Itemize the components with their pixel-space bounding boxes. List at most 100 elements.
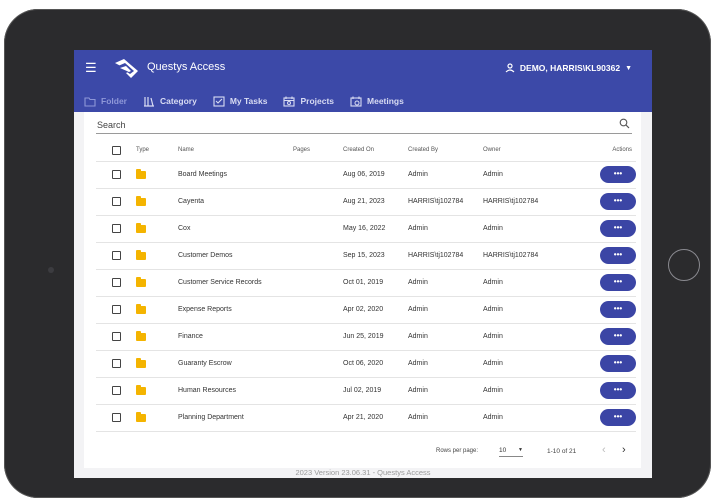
name-cell[interactable]: Human Resources [178,377,293,405]
camera [48,267,54,273]
menu-icon[interactable]: ☰ [85,61,97,74]
row-checkbox[interactable] [112,197,121,206]
col-pages[interactable]: Pages [293,140,343,162]
more-actions-button[interactable]: ••• [600,166,636,183]
folder-icon [136,303,146,314]
table-row[interactable]: Human Resources Jul 02, 2019 Admin Admin ••• [96,377,636,405]
created-on-cell: Jul 02, 2019 [343,377,408,405]
name-cell[interactable]: Planning Department [178,404,293,432]
table-row[interactable]: Customer Demos Sep 15, 2023 HARRIS\tj10278… [96,242,636,270]
owner-cell: HARRIS\tj102784 [483,242,565,270]
next-page-icon[interactable]: › [622,444,626,456]
folder-table: Type Name Pages Created On Created By Ow… [96,140,636,432]
row-checkbox[interactable] [112,359,121,368]
tab-my-tasks[interactable]: My Tasks [213,95,267,107]
search-icon[interactable] [619,118,630,129]
pages-cell [293,242,343,270]
row-checkbox-cell [96,296,136,324]
row-checkbox[interactable] [112,305,121,314]
row-checkbox[interactable] [112,170,121,179]
row-checkbox-cell [96,215,136,243]
owner-cell: Admin [483,269,565,297]
nav-tabs: Folder Category My Tasks Projects Meetin… [74,93,410,109]
type-cell [136,404,178,432]
col-name[interactable]: Name [178,140,293,162]
name-cell[interactable]: Expense Reports [178,296,293,324]
more-actions-button[interactable]: ••• [600,301,636,318]
actions-cell: ••• [565,215,636,243]
tab-folder[interactable]: Folder [84,96,127,107]
created-by-cell: Admin [408,323,483,351]
row-checkbox[interactable] [112,413,121,422]
table-row[interactable]: Planning Department Apr 21, 2020 Admin Admi… [96,404,636,432]
tab-projects[interactable]: Projects [283,96,334,107]
more-actions-button[interactable]: ••• [600,382,636,399]
more-actions-button[interactable]: ••• [600,328,636,345]
row-checkbox-cell [96,377,136,405]
more-actions-button[interactable]: ••• [600,274,636,291]
table-row[interactable]: Customer Service Records Oct 01, 2019 Admi… [96,269,636,297]
col-owner[interactable]: Owner [483,140,565,162]
name-cell[interactable]: Finance [178,323,293,351]
name-cell[interactable]: Cayenta [178,188,293,216]
row-checkbox[interactable] [112,278,121,287]
type-cell [136,269,178,297]
name-cell[interactable]: Guaranty Escrow [178,350,293,378]
pages-cell [293,350,343,378]
home-button[interactable] [668,249,700,281]
tab-label: Projects [300,96,335,106]
select-all-checkbox[interactable] [112,145,121,155]
page-range: 1-10 of 21 [547,448,577,455]
previous-page-icon[interactable]: ‹ [602,444,606,456]
col-created-on[interactable]: Created On [343,140,408,162]
tab-label: Folder [101,96,127,106]
more-actions-button[interactable]: ••• [600,220,636,237]
row-checkbox[interactable] [112,386,121,395]
name-cell[interactable]: Cox [178,215,293,243]
more-actions-button[interactable]: ••• [600,193,636,210]
table-row[interactable]: Guaranty Escrow Oct 06, 2020 Admin Admin ••• [96,350,636,378]
pagination: Rows per page: 10 ▼ 1-10 of 21 ‹ › [96,442,636,464]
type-cell [136,215,178,243]
table-row[interactable]: Board Meetings Aug 06, 2019 Admin Admin ••• [96,161,636,189]
select-all-cell [96,140,136,162]
created-by-cell: Admin [408,377,483,405]
actions-cell: ••• [565,404,636,432]
row-checkbox[interactable] [112,224,121,233]
type-cell [136,188,178,216]
col-created-by[interactable]: Created By [408,140,483,162]
folder-icon [136,195,146,206]
type-cell [136,161,178,189]
created-on-cell: Aug 06, 2019 [343,161,408,189]
more-actions-button[interactable]: ••• [600,409,636,426]
pages-cell [293,215,343,243]
app-screen: ☰ Questys Access DEMO, HARRIS\KL90362 ▼ … [74,50,652,478]
tab-meetings[interactable]: Meetings [350,96,404,107]
created-by-cell: HARRIS\tj102784 [408,242,483,270]
row-checkbox[interactable] [112,251,121,260]
rows-per-page-select[interactable]: 10 ▼ [499,447,523,457]
row-checkbox-cell [96,269,136,297]
table-row[interactable]: Finance Jun 25, 2019 Admin Admin ••• [96,323,636,351]
name-cell[interactable]: Board Meetings [178,161,293,189]
table-row[interactable]: Cayenta Aug 21, 2023 HARRIS\tj102784 HARRIS… [96,188,636,216]
folder-icon [136,222,146,233]
more-actions-button[interactable]: ••• [600,355,636,372]
created-on-cell: Apr 02, 2020 [343,296,408,324]
table-row[interactable]: Cox May 16, 2022 Admin Admin ••• [96,215,636,243]
tab-category[interactable]: Category [143,96,197,107]
row-checkbox-cell [96,350,136,378]
name-cell[interactable]: Customer Service Records [178,269,293,297]
folder-outline-icon [84,96,96,107]
more-actions-button[interactable]: ••• [600,247,636,264]
row-checkbox[interactable] [112,332,121,341]
user-menu[interactable]: DEMO, HARRIS\KL90362 ▼ [505,63,632,73]
created-on-cell: Oct 01, 2019 [343,269,408,297]
calendar-clock-icon [350,96,362,107]
name-cell[interactable]: Customer Demos [178,242,293,270]
folder-list-card: Search Type Name Pages Created On Create… [84,112,641,468]
search-input[interactable]: Search [96,118,632,134]
version-footer: 2023 Version 23.06.31 - Questys Access [295,468,431,477]
created-by-cell: Admin [408,404,483,432]
table-row[interactable]: Expense Reports Apr 02, 2020 Admin Admin ••• [96,296,636,324]
